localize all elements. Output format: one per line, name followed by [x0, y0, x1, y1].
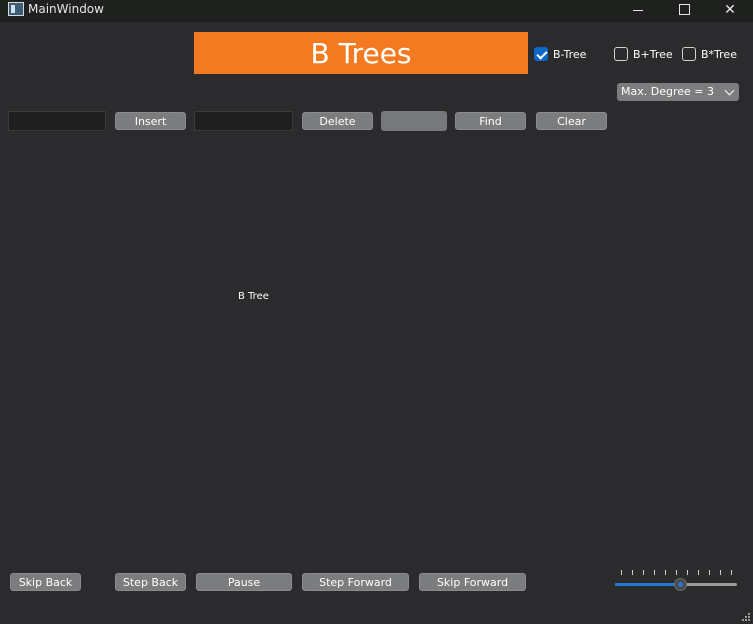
slider-tick	[709, 570, 710, 575]
bplustree-label: B+Tree	[633, 47, 673, 61]
pause-button[interactable]: Pause	[196, 573, 292, 591]
close-button[interactable]: ✕	[707, 0, 753, 22]
minimize-button[interactable]	[615, 0, 661, 22]
slider-handle[interactable]	[674, 578, 687, 591]
maximize-button[interactable]	[661, 0, 707, 22]
slider-tick	[676, 570, 677, 575]
maximize-icon	[679, 4, 690, 15]
slider-tick	[621, 570, 622, 575]
chevron-down-icon	[724, 85, 735, 96]
resize-grip-icon[interactable]	[742, 613, 750, 621]
max-degree-select[interactable]: Max. Degree = 3	[617, 83, 739, 101]
step-back-button[interactable]: Step Back	[115, 573, 186, 591]
slider-tick	[632, 570, 633, 575]
step-forward-button[interactable]: Step Forward	[302, 573, 409, 591]
speed-slider[interactable]	[615, 566, 737, 592]
slider-fill	[615, 583, 680, 586]
bstartree-checkbox[interactable]: B*Tree	[682, 45, 737, 63]
slider-tick	[698, 570, 699, 575]
close-icon: ✕	[724, 2, 736, 18]
title-bar: MainWindow ✕	[0, 0, 753, 22]
app-icon	[8, 2, 24, 16]
insert-input[interactable]	[8, 111, 106, 131]
minimize-icon	[633, 10, 643, 11]
checkbox-unchecked-icon	[682, 47, 696, 61]
slider-tick	[643, 570, 644, 575]
checkbox-unchecked-icon	[614, 47, 628, 61]
btree-checkbox[interactable]: B-Tree	[534, 45, 586, 63]
find-input[interactable]	[381, 111, 447, 131]
bplustree-checkbox[interactable]: B+Tree	[614, 45, 673, 63]
skip-forward-button[interactable]: Skip Forward	[419, 573, 526, 591]
max-degree-value: Max. Degree = 3	[621, 85, 714, 98]
window-title: MainWindow	[28, 2, 104, 16]
slider-tick	[687, 570, 688, 575]
slider-tick	[731, 570, 732, 575]
clear-button[interactable]: Clear	[536, 112, 607, 130]
slider-tick	[654, 570, 655, 575]
btree-label: B-Tree	[553, 47, 587, 61]
slider-tick	[720, 570, 721, 575]
skip-back-button[interactable]: Skip Back	[10, 573, 81, 591]
insert-button[interactable]: Insert	[115, 112, 186, 130]
page-title: B Trees	[194, 32, 528, 74]
checkbox-checked-icon	[534, 47, 548, 61]
delete-button[interactable]: Delete	[302, 112, 373, 130]
bstartree-label: B*Tree	[701, 47, 737, 61]
find-button[interactable]: Find	[455, 112, 526, 130]
delete-input[interactable]	[194, 111, 293, 131]
slider-tick	[665, 570, 666, 575]
tree-canvas-label: B Tree	[238, 291, 269, 302]
